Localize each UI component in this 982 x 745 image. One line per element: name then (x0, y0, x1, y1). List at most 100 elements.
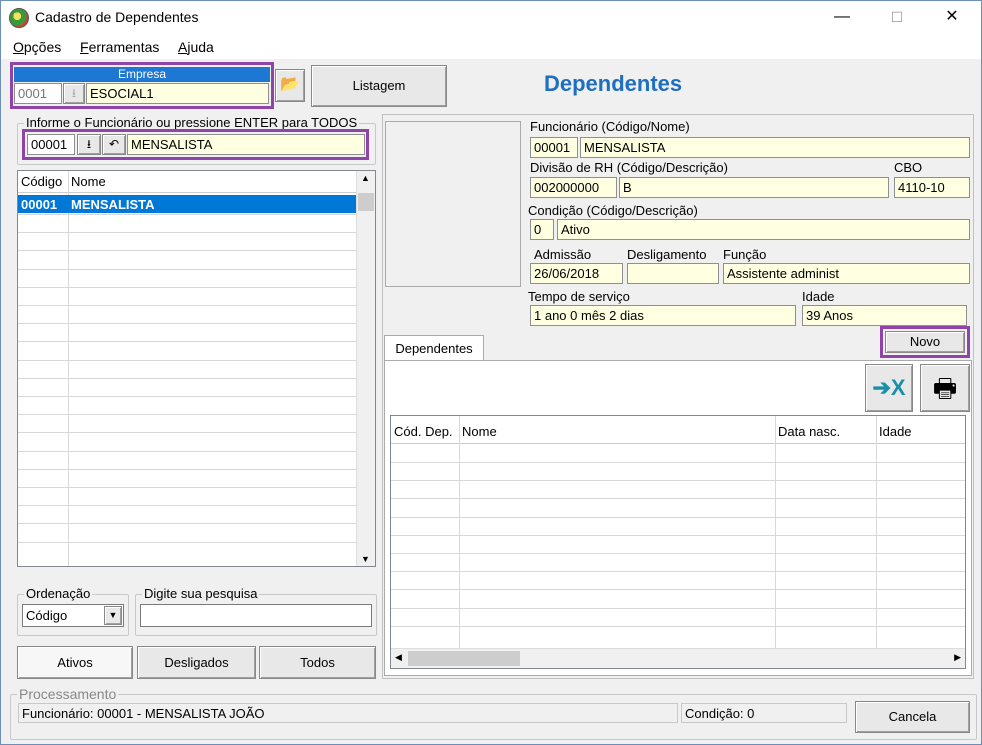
undo-button[interactable]: ↶ (102, 134, 126, 155)
grid-row-line (391, 462, 965, 463)
grid-column-divider (775, 416, 776, 648)
title-bar: Cadastro de Dependentes — ☐ ✕ (1, 1, 981, 35)
grid-row-line (18, 468, 356, 470)
idade-field: 39 Anos (802, 305, 967, 326)
grid-row-line (391, 589, 965, 591)
employee-name-field[interactable]: MENSALISTA (127, 134, 365, 155)
printer-icon: 🖶 (932, 373, 958, 403)
horizontal-scrollbar[interactable]: ◀ ▶ (391, 648, 965, 668)
grid-row-line (391, 480, 965, 482)
grid-row-line (18, 414, 356, 416)
funcionario-label: Funcionário (Código/Nome) (530, 119, 690, 134)
grid-row-line (18, 359, 356, 361)
divisao-desc-field: B (619, 177, 889, 198)
employee-photo (385, 121, 521, 287)
tempo-label: Tempo de serviço (528, 289, 630, 304)
grid-row-line (391, 516, 965, 518)
cbo-field: 4110-10 (894, 177, 970, 198)
condicao-desc-field: Ativo (557, 219, 970, 240)
print-button[interactable]: 🖶 (920, 364, 970, 412)
grid-row-line (18, 286, 356, 288)
grid-row-line (391, 571, 965, 573)
column-header-idade[interactable]: Idade (879, 424, 912, 439)
scroll-left-icon[interactable]: ◀ (395, 652, 402, 663)
column-header-data-nasc[interactable]: Data nasc. (778, 424, 840, 439)
divisao-code-field: 002000000 (530, 177, 617, 198)
grid-row-line (18, 505, 356, 507)
menu-ferramentas[interactable]: Ferramentas (80, 39, 159, 55)
pesquisa-label: Digite sua pesquisa (142, 586, 260, 601)
vertical-scrollbar[interactable]: ▲ ▼ (356, 171, 375, 566)
chevron-down-icon[interactable]: ▼ (104, 606, 122, 625)
close-button[interactable]: ✕ (929, 1, 975, 33)
condicao-status: Condição: 0 (681, 703, 847, 723)
column-header-nome[interactable]: Nome (462, 424, 497, 439)
ativos-button[interactable]: Ativos (17, 646, 133, 679)
maximize-button[interactable]: ☐ (874, 1, 920, 33)
desligados-button[interactable]: Desligados (137, 646, 256, 679)
menu-opcoes[interactable]: Opções (13, 39, 61, 55)
ordenacao-select[interactable]: Código ▼ (22, 604, 124, 627)
scroll-down-icon[interactable]: ▼ (361, 554, 370, 564)
grid-row-line (18, 341, 356, 343)
employee-grid[interactable]: Código Nome 00001 MENSALISTA ▲ ▼ (17, 170, 376, 567)
dependents-grid[interactable]: Cód. Dep. Nome Data nasc. Idade ◀ ▶ (390, 415, 966, 669)
grid-row-line (18, 377, 356, 379)
grid-row-line (391, 498, 965, 500)
grid-column-divider (68, 171, 69, 566)
grid-row-line (18, 487, 356, 488)
processamento-label: Processamento (17, 686, 119, 702)
todos-button[interactable]: Todos (259, 646, 376, 679)
table-row[interactable]: 00001 MENSALISTA (18, 195, 356, 213)
menu-ajuda[interactable]: Ajuda (178, 39, 214, 55)
desligamento-label: Desligamento (627, 247, 707, 262)
cancela-button[interactable]: Cancela (855, 701, 970, 733)
column-header-codigo[interactable]: Código (21, 174, 62, 189)
scroll-thumb[interactable] (408, 651, 520, 666)
grid-row-line (391, 553, 965, 554)
row-name: MENSALISTA (71, 197, 155, 212)
menu-bar: Opções Ferramentas Ajuda (1, 35, 981, 59)
window-title: Cadastro de Dependentes (35, 9, 199, 25)
grid-row-line (18, 432, 356, 434)
excel-export-icon: ➔X (872, 375, 906, 400)
open-folder-button[interactable]: 📂 (275, 69, 305, 102)
minimize-button[interactable]: — (819, 1, 865, 33)
download-icon: ⭳ (86, 137, 92, 151)
scroll-up-icon[interactable]: ▲ (361, 173, 370, 183)
funcao-label: Função (723, 247, 767, 262)
funcionario-name-field: MENSALISTA (580, 137, 970, 158)
download-icon: ⭳ (71, 86, 77, 100)
pesquisa-input[interactable] (140, 604, 372, 627)
employee-lookup-button[interactable]: ⭳ (77, 134, 101, 155)
scroll-right-icon[interactable]: ▶ (954, 652, 961, 663)
listagem-button[interactable]: Listagem (311, 65, 447, 107)
divisao-label: Divisão de RH (Código/Descrição) (530, 160, 728, 175)
page-title: Dependentes (544, 71, 683, 96)
main-window: Cadastro de Dependentes — ☐ ✕ Opções Fer… (0, 0, 982, 745)
idade-label: Idade (802, 289, 835, 304)
empresa-name-field[interactable]: ESOCIAL1 (86, 83, 269, 104)
novo-button[interactable]: Novo (885, 331, 965, 353)
employee-code-field[interactable]: 00001 (27, 134, 75, 155)
grid-row-line (18, 250, 356, 252)
tab-dependentes[interactable]: Dependentes (384, 335, 484, 361)
funcao-field: Assistente administ (723, 263, 970, 284)
export-excel-button[interactable]: ➔X (865, 364, 913, 412)
empresa-lookup-button[interactable]: ⭳ (63, 83, 85, 104)
empresa-code-field[interactable]: 0001 (14, 83, 62, 104)
employee-search-label: Informe o Funcionário ou pressione ENTER… (24, 115, 360, 130)
grid-row-line (391, 534, 965, 536)
column-header-cod-dep[interactable]: Cód. Dep. (394, 424, 453, 439)
condicao-label: Condição (Código/Descrição) (528, 203, 698, 218)
grid-row-line (18, 305, 356, 306)
ordenacao-value: Código (26, 608, 68, 623)
admissao-label: Admissão (534, 247, 592, 262)
empresa-label: Empresa (14, 67, 270, 82)
row-code: 00001 (21, 197, 58, 212)
scroll-thumb[interactable] (358, 193, 374, 211)
column-header-nome[interactable]: Nome (71, 174, 106, 189)
grid-row-line (18, 450, 356, 452)
cbo-label: CBO (894, 160, 923, 175)
grid-row-line (391, 607, 965, 609)
